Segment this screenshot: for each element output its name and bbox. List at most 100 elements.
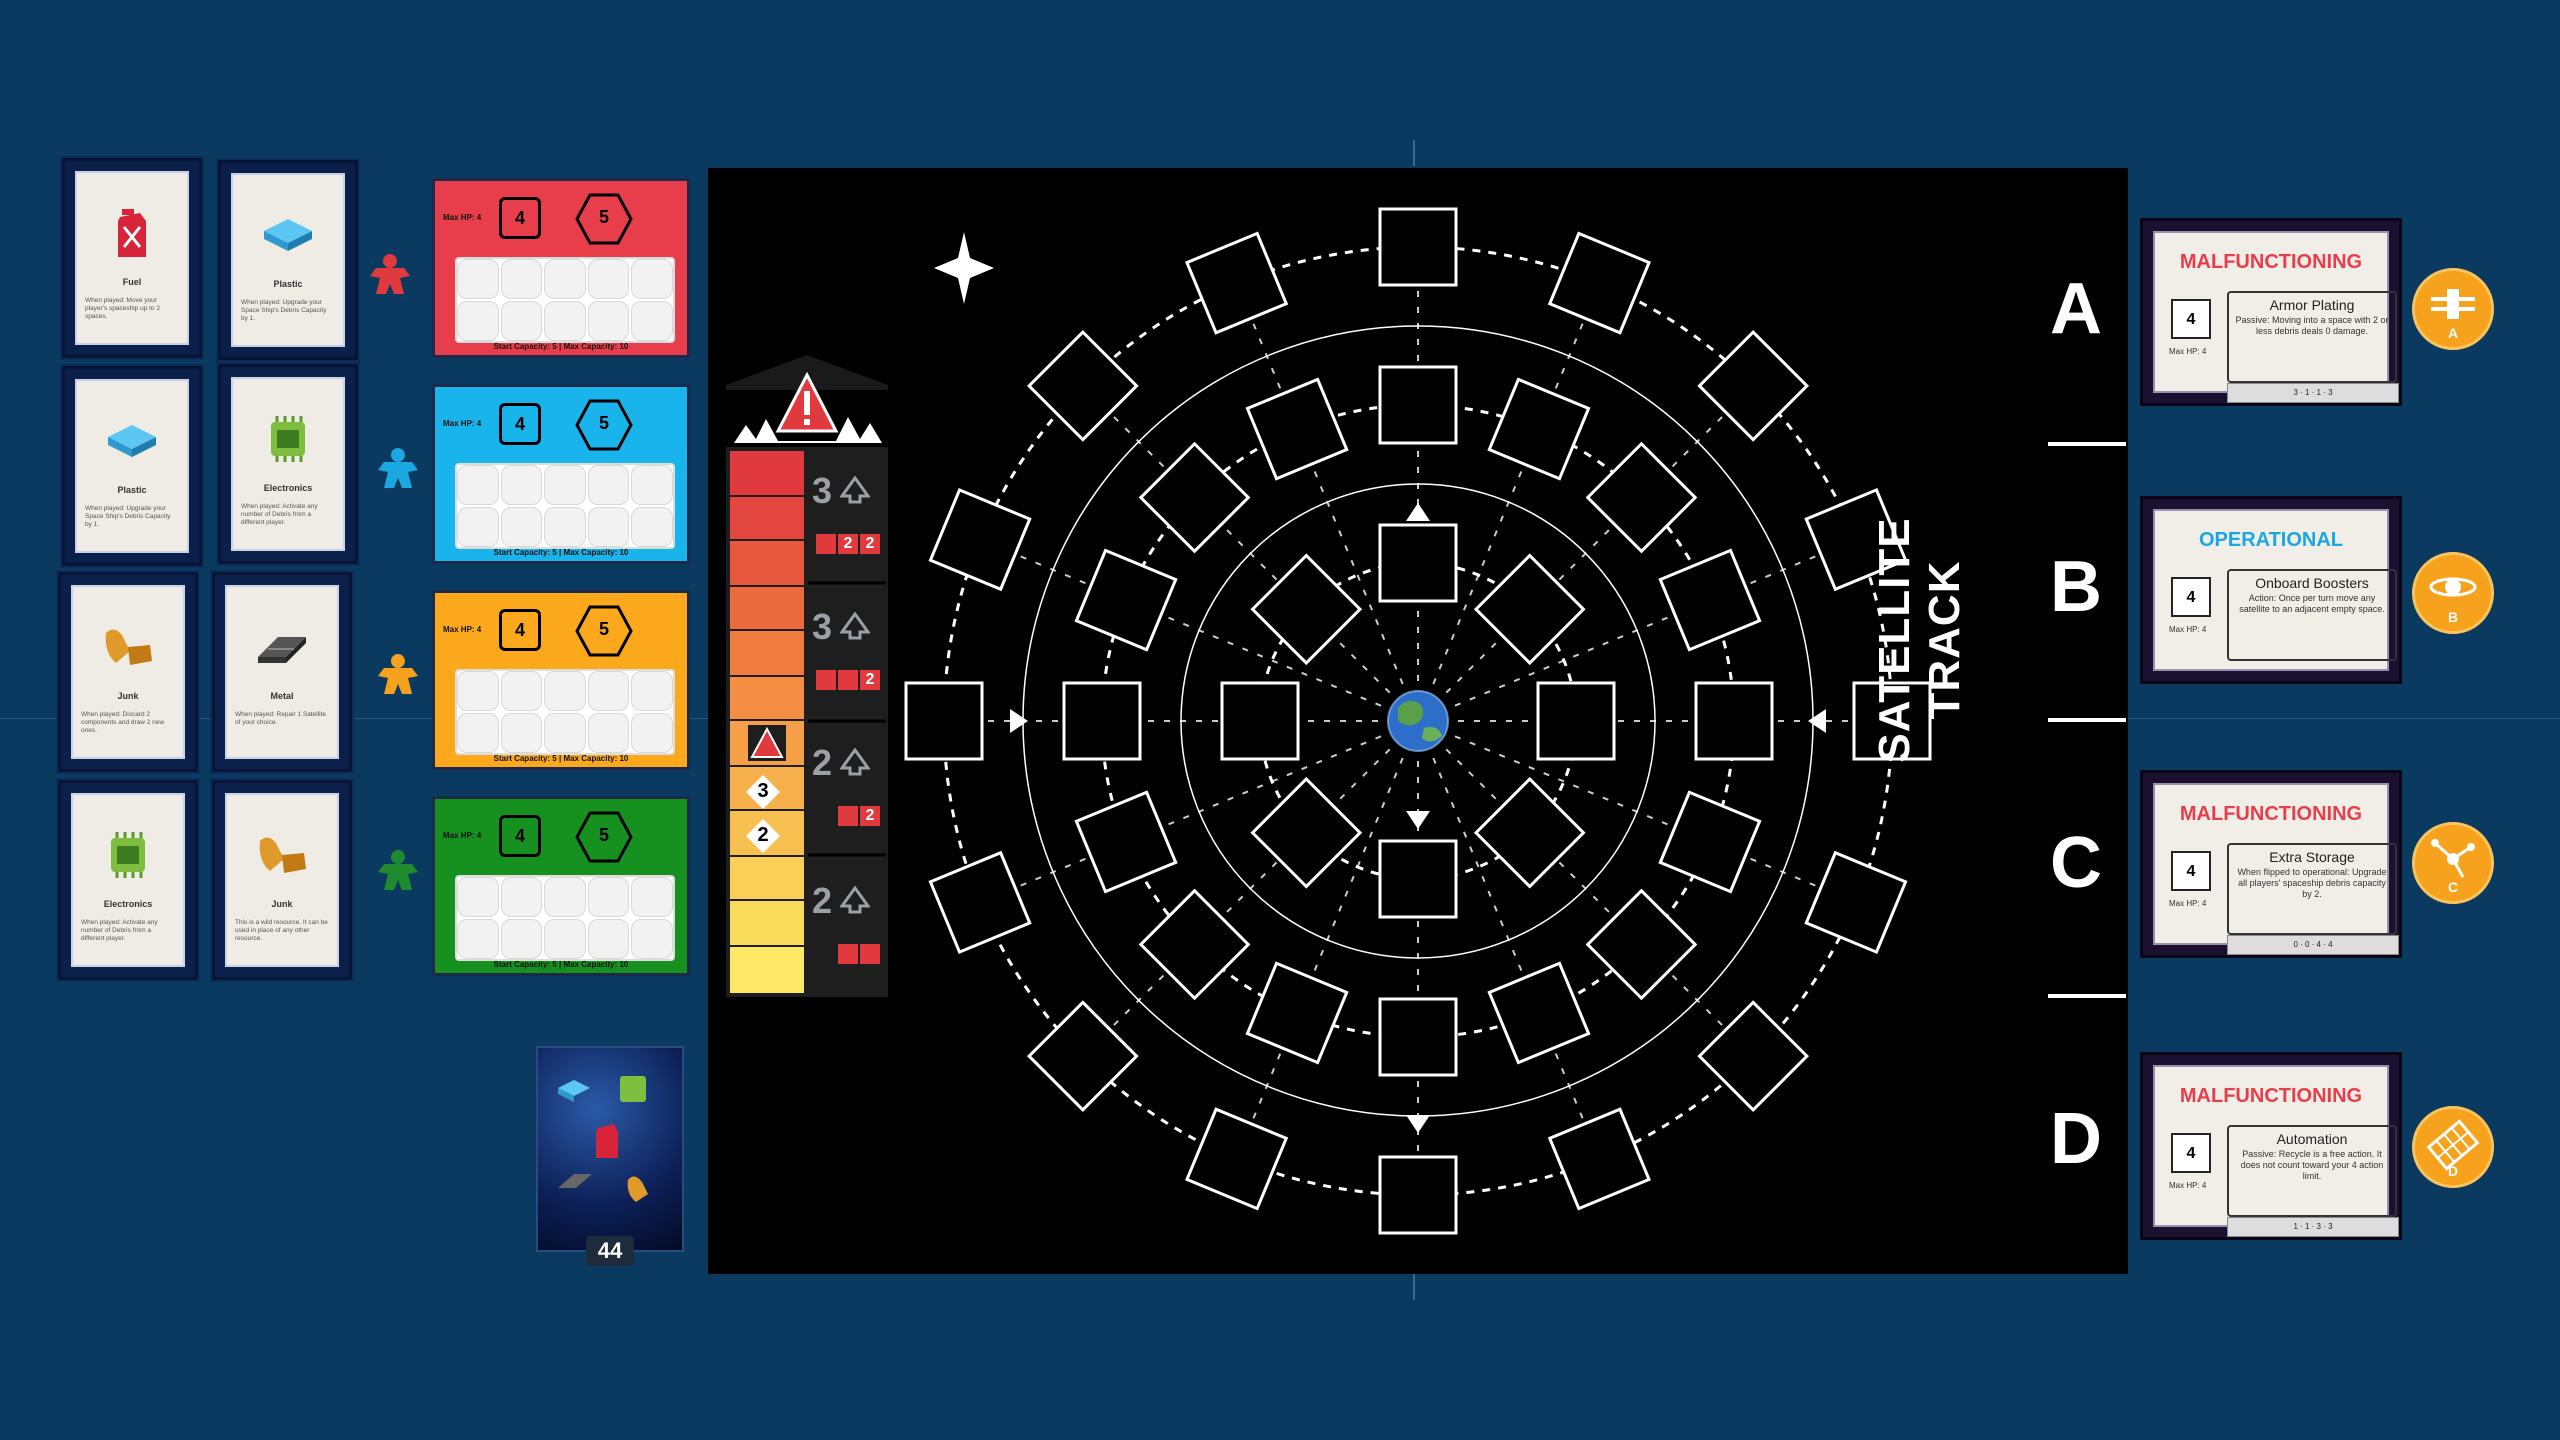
damage-markers: 2	[838, 806, 880, 826]
hp-value: 4	[499, 609, 541, 651]
orbit-space[interactable]	[1184, 231, 1289, 335]
spaceship-up-icon	[839, 747, 871, 776]
damage-marker	[816, 670, 836, 690]
orbit-space[interactable]	[1378, 523, 1458, 603]
player-board-orange[interactable]: Max HP: 4 4 5 Start Capacity: 5 | Max Ca…	[432, 590, 690, 770]
card-name: Fuel	[122, 277, 142, 287]
satellite-token-b[interactable]: B	[2412, 552, 2494, 634]
damage-marker	[816, 534, 836, 554]
satellite-token-c[interactable]: C	[2412, 822, 2494, 904]
orbit-space[interactable]	[1026, 329, 1139, 442]
orbit-space[interactable]	[1220, 681, 1300, 761]
card-name: Plastic	[273, 279, 303, 289]
satellite-max-hp: Max HP: 4	[2169, 899, 2207, 908]
orbit-space[interactable]	[1547, 1107, 1652, 1211]
hand-card[interactable]: Junk When played: Discard 2 components a…	[58, 572, 198, 772]
hand-card[interactable]: Electronics When played: Activate any nu…	[58, 780, 198, 980]
table-guide-tick	[1413, 140, 1415, 166]
deck-count: 44	[586, 1236, 634, 1266]
card-text: When played: Upgrade your Space Ship's D…	[85, 505, 171, 528]
satellite-hp: 4	[2171, 299, 2211, 339]
hand-card[interactable]: Plastic When played: Upgrade your Space …	[218, 160, 358, 360]
satellite-ability-desc: When flipped to operational: Upgrade all…	[2237, 867, 2387, 899]
satellite-ability-box: Onboard Boosters Action: Once per turn m…	[2227, 569, 2397, 661]
track-separator	[2048, 994, 2126, 998]
green-meeple[interactable]	[376, 848, 420, 892]
hand-card[interactable]: Metal When played: Repair 1 Satellite of…	[212, 572, 352, 772]
orbit-space[interactable]	[928, 850, 1032, 955]
satellite-ability-box: Extra Storage When flipped to operationa…	[2227, 843, 2397, 935]
orbit-space[interactable]	[1694, 681, 1774, 761]
hex-value: 5	[598, 825, 609, 845]
direction-arrow-icon	[1010, 709, 1028, 733]
repair-cost: 1 · 1 · 3 · 3	[2227, 1217, 2399, 1237]
satellite-token-d[interactable]: D	[2412, 1106, 2494, 1188]
orbit-space[interactable]	[1804, 850, 1908, 955]
satellite-card-a[interactable]: MALFUNCTIONING 4 Max HP: 4 Armor Plating…	[2140, 218, 2402, 406]
hex-value: 5	[598, 207, 609, 227]
max-hp-label: Max HP: 4	[443, 213, 482, 222]
orbit-space[interactable]	[1026, 1000, 1139, 1113]
player-board-red[interactable]: Max HP: 4 4 5 Start Capacity: 5 | Max Ca…	[432, 178, 690, 358]
card-text: When played: Repair 1 Satellite of your …	[235, 711, 327, 726]
plastic-icon	[77, 411, 187, 471]
orbit-space[interactable]	[1184, 1107, 1289, 1211]
orbit-space[interactable]	[1658, 790, 1762, 894]
satellite-card-d[interactable]: MALFUNCTIONING 4 Max HP: 4 Automation Pa…	[2140, 1052, 2402, 1240]
resource-deck[interactable]	[536, 1046, 684, 1252]
plastic-icon	[233, 205, 343, 265]
red-meeple[interactable]	[368, 252, 412, 296]
orbit-space[interactable]	[1062, 681, 1142, 761]
player-board-green[interactable]: Max HP: 4 4 5 Start Capacity: 5 | Max Ca…	[432, 796, 690, 976]
debris-slots	[455, 257, 675, 343]
orbit-space[interactable]	[928, 487, 1032, 592]
satellite-ability-name: Onboard Boosters	[2255, 575, 2369, 591]
orbit-space[interactable]	[904, 681, 984, 761]
orbit-spoke	[1082, 385, 1391, 694]
orbit-space[interactable]	[1547, 231, 1652, 335]
orbit-space[interactable]	[1658, 548, 1762, 652]
blue-meeple[interactable]	[376, 446, 420, 490]
hand-card[interactable]: Fuel When played: Move your player's spa…	[62, 158, 202, 358]
orbit-space[interactable]	[1378, 207, 1458, 287]
capacity-label: Start Capacity: 5 | Max Capacity: 10	[493, 754, 629, 763]
orbit-space[interactable]	[1487, 961, 1591, 1065]
orbit-space[interactable]	[1378, 1155, 1458, 1235]
track-letter-b: B	[2050, 547, 2102, 627]
player-board-blue[interactable]: Max HP: 4 4 5 Start Capacity: 5 | Max Ca…	[432, 384, 690, 564]
hand-card[interactable]: Plastic When played: Upgrade your Space …	[62, 366, 202, 566]
satellite-card-b[interactable]: OPERATIONAL 4 Max HP: 4 Onboard Boosters…	[2140, 496, 2402, 684]
card-name: Plastic	[117, 485, 147, 495]
hex-value: 5	[598, 413, 609, 433]
hand-card[interactable]: Junk This is a wild resource. It can be …	[212, 780, 352, 980]
orbit-space[interactable]	[1074, 790, 1178, 894]
capacity-label: Start Capacity: 5 | Max Capacity: 10	[493, 960, 629, 969]
damage-marker: 2	[860, 806, 880, 826]
orbit-space[interactable]	[1245, 377, 1349, 481]
orbit-space[interactable]	[1585, 888, 1698, 1001]
orbit-space[interactable]	[1074, 548, 1178, 652]
damage-marker	[860, 944, 880, 964]
orbit-space[interactable]	[1378, 365, 1458, 445]
orbit-space[interactable]	[1378, 997, 1458, 1077]
metal-icon	[227, 617, 337, 677]
satellite-token-a[interactable]: A	[2412, 268, 2494, 350]
capacity-label: Start Capacity: 5 | Max Capacity: 10	[493, 342, 629, 351]
satellite-hp: 4	[2171, 577, 2211, 617]
satellite-card-c[interactable]: MALFUNCTIONING 4 Max HP: 4 Extra Storage…	[2140, 770, 2402, 958]
track-row-value: 2	[812, 742, 833, 783]
orbit-space[interactable]	[1487, 377, 1591, 481]
orbit-space[interactable]	[1138, 441, 1251, 554]
orange-meeple[interactable]	[376, 652, 420, 696]
table-guide-tick	[1413, 1274, 1415, 1300]
orbit-space[interactable]	[1585, 441, 1698, 554]
hand-card[interactable]: Electronics When played: Activate any nu…	[218, 364, 358, 564]
orbit-space[interactable]	[1536, 681, 1616, 761]
electronics-icon	[233, 409, 343, 469]
track-row-value: 2	[812, 880, 833, 921]
orbit-space[interactable]	[1245, 961, 1349, 1065]
card-name: Junk	[117, 691, 139, 701]
orbit-space[interactable]	[1138, 888, 1251, 1001]
orbit-space[interactable]	[1378, 839, 1458, 919]
damage-marker: 2	[838, 534, 858, 554]
